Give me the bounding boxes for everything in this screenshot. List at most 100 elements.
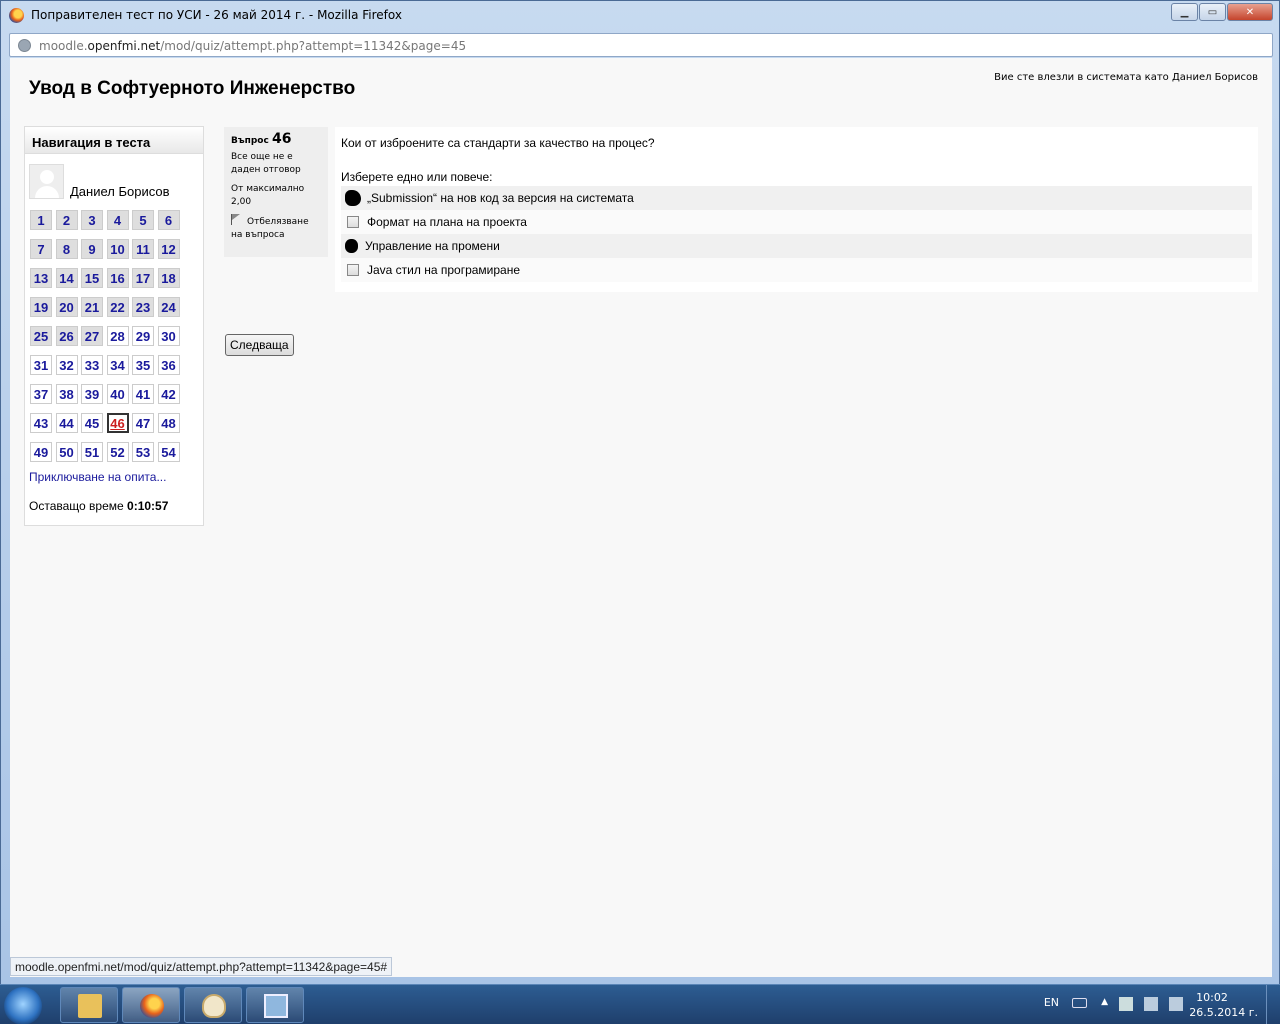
question-nav-button[interactable]: 24 [157,297,180,317]
question-nav-button[interactable]: 51 [81,442,103,462]
question-nav-button[interactable]: 39 [81,384,103,404]
show-hidden-icons-icon[interactable]: ▲ [1101,997,1108,1007]
question-nav-button[interactable]: 54 [157,442,180,462]
clock-date[interactable]: 26.5.2014 г. [1189,1006,1258,1019]
time-value: 0:10:57 [127,499,169,513]
answer-checkbox[interactable] [347,216,359,228]
question-nav-button[interactable]: 20 [55,297,78,317]
taskbar-photo-viewer[interactable] [246,987,304,1023]
question-nav-button[interactable]: 45 [81,413,103,433]
taskbar-explorer[interactable] [60,987,118,1023]
address-bar[interactable]: moodle.openfmi.net/mod/quiz/attempt.php?… [9,33,1273,57]
question-nav-button[interactable]: 6 [157,210,180,230]
finish-attempt-link[interactable]: Приключване на опита... [29,470,166,484]
question-nav-button[interactable]: 30 [157,326,180,346]
answer-label: Формат на плана на проекта [367,215,527,229]
status-bar: moodle.openfmi.net/mod/quiz/attempt.php?… [10,957,393,976]
question-nav-button[interactable]: 46 [106,413,129,433]
quiz-navigation-title: Навигация в теста [25,127,203,154]
answer-option[interactable]: „Submission“ на нов код за версия на сис… [341,186,1252,210]
question-nav-button[interactable]: 5 [132,210,154,230]
language-indicator[interactable]: EN [1044,996,1059,1009]
question-nav-button[interactable]: 8 [55,239,78,259]
question-nav-button[interactable]: 15 [81,268,103,288]
firefox-icon [9,8,24,23]
question-nav-button[interactable]: 44 [55,413,78,433]
answer-prompt: Изберете едно или повече: [341,170,493,184]
question-nav-button[interactable]: 10 [106,239,129,259]
time-remaining: Оставащо време 0:10:57 [29,499,169,513]
question-nav-button[interactable]: 23 [132,297,154,317]
question-nav-button[interactable]: 19 [30,297,52,317]
answer-list: „Submission“ на нов код за версия на сис… [341,186,1252,282]
question-nav-button[interactable]: 49 [30,442,52,462]
question-nav-button[interactable]: 12 [157,239,180,259]
photo-icon [264,994,288,1018]
minimize-button[interactable]: ▁ [1171,3,1198,21]
keyboard-icon[interactable] [1072,998,1087,1008]
question-nav-button[interactable]: 13 [30,268,52,288]
answer-checkbox[interactable] [345,190,361,206]
question-nav-button[interactable]: 35 [132,355,154,375]
answer-option[interactable]: Формат на плана на проекта [341,210,1252,234]
question-nav-button[interactable]: 42 [157,384,180,404]
clock-time[interactable]: 10:02 [1182,990,1242,1005]
question-nav-button[interactable]: 1 [30,210,52,230]
question-nav-button[interactable]: 2 [55,210,78,230]
question-nav-button[interactable]: 53 [132,442,154,462]
question-nav-button[interactable]: 3 [81,210,103,230]
answer-option[interactable]: Управление на промени [341,234,1252,258]
answer-checkbox[interactable] [345,239,358,253]
page-content: Увод в Софтуерното Инженерство Вие сте в… [10,58,1272,977]
question-nav-button[interactable]: 34 [106,355,129,375]
maximize-button[interactable]: ▭ [1199,3,1226,21]
question-nav-button[interactable]: 14 [55,268,78,288]
action-center-icon[interactable] [1119,997,1133,1011]
question-nav-button[interactable]: 29 [132,326,154,346]
question-nav-button[interactable]: 31 [30,355,52,375]
volume-icon[interactable] [1169,997,1183,1011]
answer-label: Управление на промени [365,239,500,253]
flag-question[interactable]: Отбелязване на въпроса [231,214,321,242]
question-nav-button[interactable]: 18 [157,268,180,288]
question-nav-button[interactable]: 38 [55,384,78,404]
network-icon[interactable] [1144,997,1158,1011]
question-nav-button[interactable]: 37 [30,384,52,404]
question-nav-button[interactable]: 40 [106,384,129,404]
question-nav-button[interactable]: 11 [132,239,154,259]
question-nav-button[interactable]: 27 [81,326,103,346]
question-content: Кои от изброените са стандарти за качест… [335,127,1258,292]
question-info: Въпрос 46 Все още не е даден отговор От … [224,127,328,257]
question-nav-button[interactable]: 41 [132,384,154,404]
next-button[interactable]: Следваща [225,334,294,356]
question-nav-button[interactable]: 22 [106,297,129,317]
question-nav-button[interactable]: 16 [106,268,129,288]
close-button[interactable]: ✕ [1227,3,1273,21]
show-desktop-button[interactable] [1266,985,1280,1024]
question-grade: От максимално 2,00 [231,184,305,207]
question-nav-button[interactable]: 4 [106,210,129,230]
question-nav-button[interactable]: 48 [157,413,180,433]
taskbar-paint[interactable] [184,987,242,1023]
question-nav-button[interactable]: 28 [106,326,129,346]
answer-checkbox[interactable] [347,264,359,276]
question-nav-button[interactable]: 21 [81,297,103,317]
question-nav-button[interactable]: 9 [81,239,103,259]
taskbar-firefox[interactable] [122,987,180,1023]
question-nav-button[interactable]: 50 [55,442,78,462]
avatar[interactable] [29,164,64,199]
question-nav-button[interactable]: 52 [106,442,129,462]
start-button-icon[interactable] [4,987,42,1024]
question-nav-button[interactable]: 36 [157,355,180,375]
question-nav-button[interactable]: 43 [30,413,52,433]
question-number: Въпрос 46 [231,131,292,147]
question-nav-button[interactable]: 32 [55,355,78,375]
question-nav-button[interactable]: 25 [30,326,52,346]
answer-option[interactable]: Java стил на програмиране [341,258,1252,282]
question-nav-button[interactable]: 33 [81,355,103,375]
firefox-icon [140,994,164,1018]
question-nav-button[interactable]: 26 [55,326,78,346]
question-nav-button[interactable]: 7 [30,239,52,259]
question-nav-button[interactable]: 17 [132,268,154,288]
question-nav-button[interactable]: 47 [132,413,154,433]
